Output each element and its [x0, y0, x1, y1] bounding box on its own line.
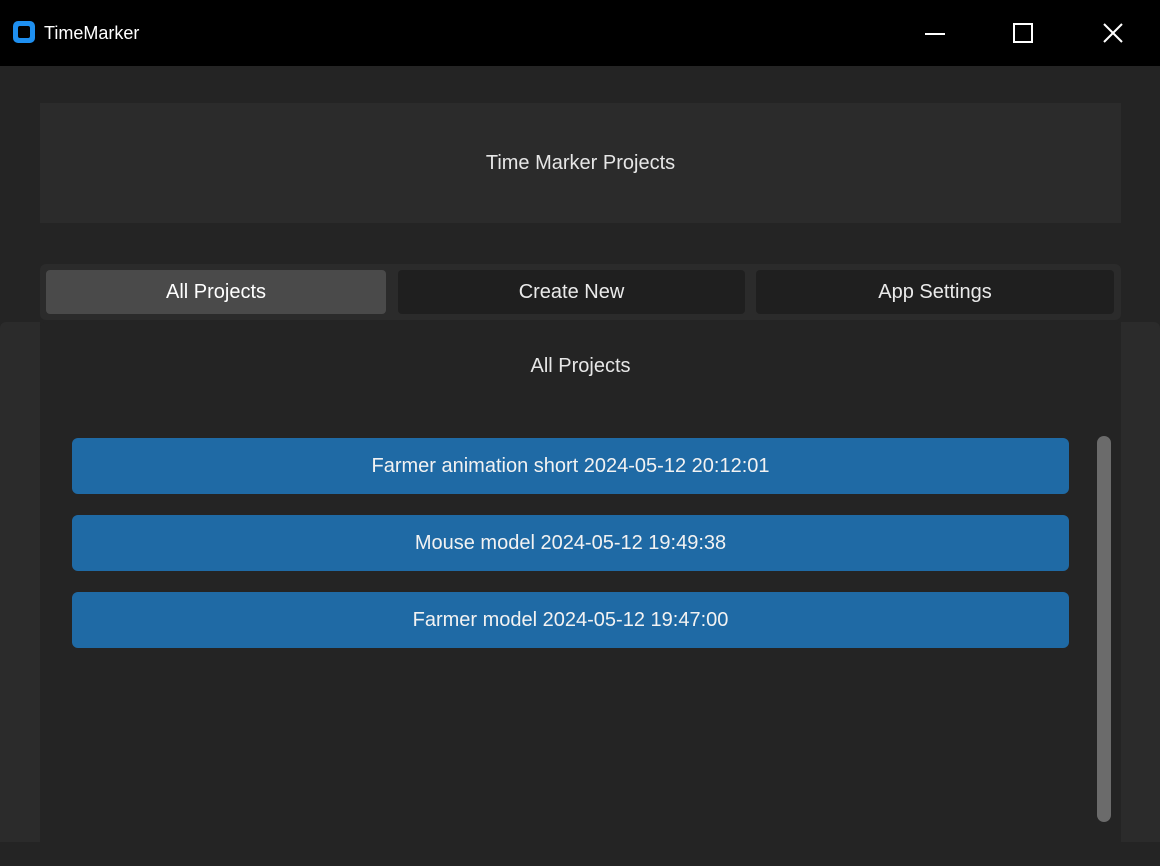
app-window: TimeMarker Time Marker Projects All Proj…: [0, 0, 1160, 866]
tab-create-new[interactable]: Create New: [398, 270, 745, 314]
projects-panel: All Projects Farmer animation short 2024…: [40, 322, 1121, 842]
tab-bar: All Projects Create New App Settings: [40, 264, 1121, 320]
maximize-button[interactable]: [976, 0, 1068, 66]
project-button-farmer-model[interactable]: Farmer model 2024-05-12 19:47:00: [72, 592, 1069, 648]
project-button-farmer-animation-short[interactable]: Farmer animation short 2024-05-12 20:12:…: [72, 438, 1069, 494]
title-bar[interactable]: TimeMarker: [0, 0, 1160, 66]
content-frame-left: [0, 322, 40, 842]
tab-all-projects[interactable]: All Projects: [46, 270, 386, 314]
close-icon: [1103, 23, 1123, 43]
minimize-icon: [925, 33, 945, 35]
content-frame-right: [1121, 322, 1160, 842]
close-button[interactable]: [1066, 0, 1158, 66]
section-title: All Projects: [530, 355, 631, 377]
minimize-button[interactable]: [888, 0, 980, 66]
app-logo-icon: [13, 21, 35, 43]
header-panel: Time Marker Projects: [40, 103, 1121, 223]
maximize-icon: [1013, 23, 1033, 43]
project-list: Farmer animation short 2024-05-12 20:12:…: [72, 438, 1069, 669]
window-title: TimeMarker: [44, 23, 140, 43]
bottom-strip: [0, 842, 1160, 866]
project-button-mouse-model[interactable]: Mouse model 2024-05-12 19:49:38: [72, 515, 1069, 571]
scrollbar-thumb[interactable]: [1097, 436, 1111, 822]
tab-app-settings[interactable]: App Settings: [756, 270, 1114, 314]
page-title: Time Marker Projects: [485, 152, 676, 174]
